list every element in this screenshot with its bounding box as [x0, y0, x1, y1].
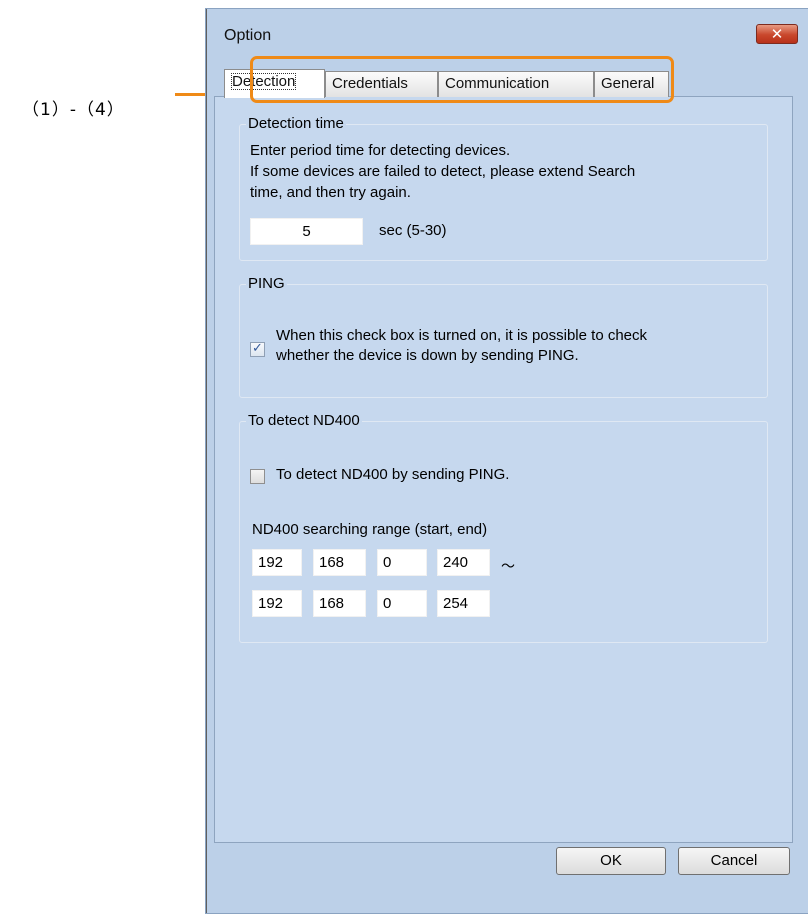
annotation-box [250, 56, 674, 103]
detection-time-desc-2: If some devices are failed to detect, pl… [250, 163, 636, 180]
end-ip-octet-2[interactable]: 168 [313, 590, 366, 617]
detection-time-unit: sec (5-30) [379, 222, 447, 239]
cancel-button[interactable]: Cancel [678, 847, 790, 875]
detection-time-desc-1: Enter period time for detecting devices. [250, 142, 511, 159]
annotation-label: （1）-（4） [22, 100, 125, 120]
nd400-checkbox[interactable] [250, 469, 265, 484]
option-dialog: Option ✕ Detection Credentials Communica… [205, 8, 808, 914]
nd400-checkbox-label: To detect ND400 by sending PING. [276, 466, 510, 483]
close-icon: ✕ [770, 26, 784, 43]
nd400-title: To detect ND400 [246, 412, 362, 429]
window-title: Option [224, 27, 272, 44]
start-ip-octet-4[interactable]: 240 [437, 549, 490, 576]
start-ip-octet-1[interactable]: 192 [252, 549, 302, 576]
ping-group: PING When this check box is turned on, i… [239, 275, 768, 398]
end-ip-octet-3[interactable]: 0 [377, 590, 427, 617]
detection-time-input[interactable]: 5 [250, 218, 363, 245]
nd400-group: To detect ND400 To detect ND400 by sendi… [239, 412, 768, 643]
detection-time-group: Detection time Enter period time for det… [239, 115, 768, 261]
detection-time-title: Detection time [246, 115, 346, 132]
range-separator: ～ [501, 558, 515, 574]
detection-time-desc-3: time, and then try again. [250, 184, 411, 201]
ping-title: PING [246, 275, 287, 292]
ping-checkbox[interactable] [250, 340, 265, 357]
end-ip-octet-4[interactable]: 254 [437, 590, 490, 617]
start-ip-octet-2[interactable]: 168 [313, 549, 366, 576]
close-button[interactable]: ✕ [756, 24, 798, 44]
ping-text-2: whether the device is down by sending PI… [276, 347, 579, 364]
ok-button[interactable]: OK [556, 847, 666, 875]
tab-panel: Detection time Enter period time for det… [214, 96, 793, 843]
end-ip-octet-1[interactable]: 192 [252, 590, 302, 617]
title-bar: Option ✕ [206, 9, 808, 55]
nd400-range-label: ND400 searching range (start, end) [252, 521, 488, 538]
start-ip-octet-3[interactable]: 0 [377, 549, 427, 576]
ping-text-1: When this check box is turned on, it is … [276, 327, 648, 344]
